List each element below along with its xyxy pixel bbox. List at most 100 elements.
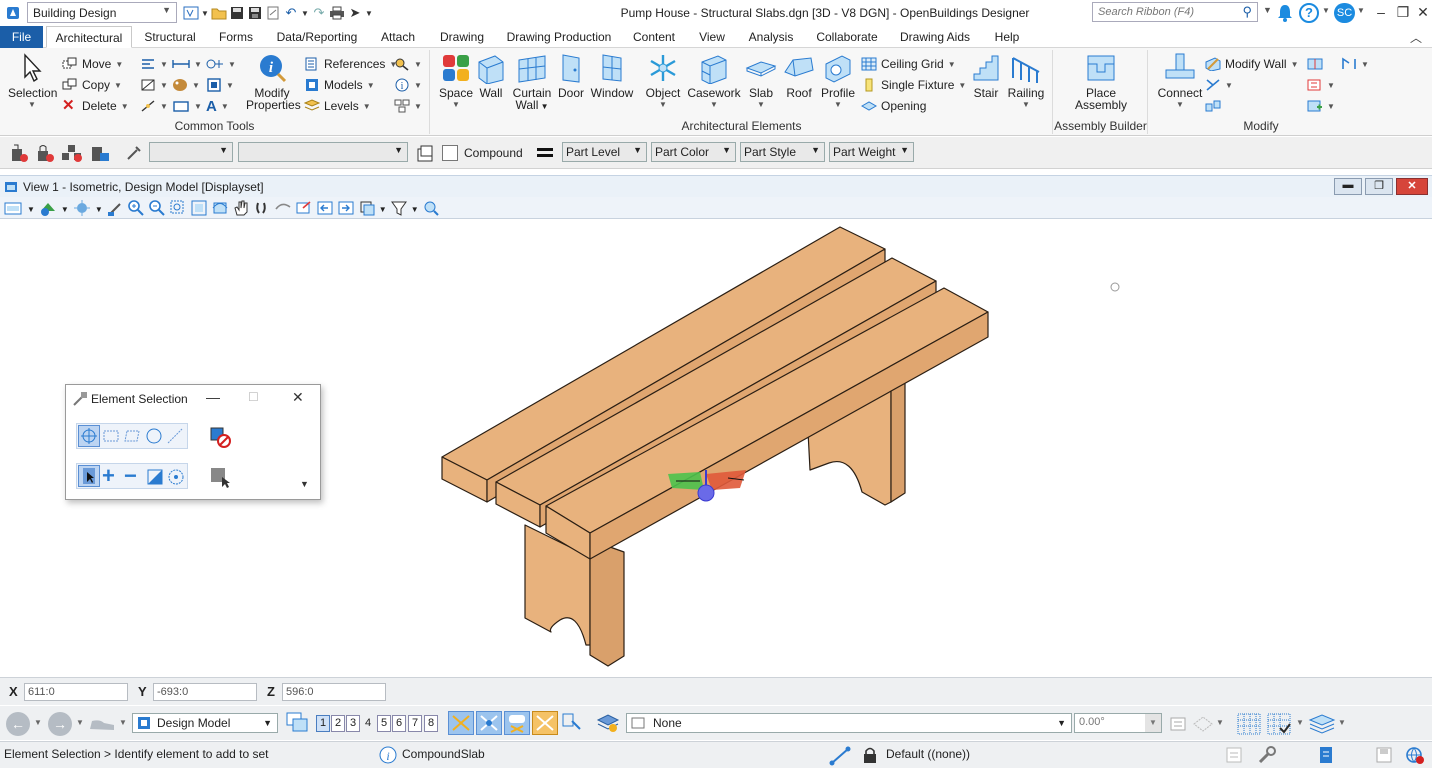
- eyedropper-icon[interactable]: [124, 143, 144, 163]
- display-rules-icon[interactable]: [1168, 714, 1190, 734]
- door-button[interactable]: Door: [551, 52, 591, 99]
- level-display-icon[interactable]: [596, 712, 620, 734]
- open-folder-icon[interactable]: [210, 5, 228, 21]
- tab-forms[interactable]: Forms: [212, 26, 260, 48]
- tab-file[interactable]: File: [0, 26, 43, 48]
- chevron-down-icon[interactable]: ▼: [379, 205, 387, 214]
- restore-icon[interactable]: ❐: [1392, 2, 1414, 22]
- add-mode-icon[interactable]: +: [102, 465, 115, 487]
- slab-button[interactable]: Slab ▼: [741, 52, 781, 111]
- back-icon[interactable]: ←: [6, 712, 30, 736]
- pan-hand-icon[interactable]: [232, 199, 250, 220]
- redo-icon[interactable]: ↷: [310, 5, 328, 21]
- workspace-icon[interactable]: [182, 5, 200, 21]
- profile-button[interactable]: Profile ▼: [817, 52, 859, 111]
- opening-button[interactable]: Opening: [861, 97, 926, 115]
- line-method-icon[interactable]: [166, 427, 184, 445]
- roof-button[interactable]: Roof: [779, 52, 819, 99]
- insert-tool-icon[interactable]: ▼: [1307, 97, 1335, 115]
- view-button-8[interactable]: 8: [424, 715, 438, 732]
- previous-view-icon[interactable]: [316, 199, 334, 220]
- chevron-down-icon[interactable]: ▼: [1216, 718, 1224, 727]
- tab-attach[interactable]: Attach: [374, 26, 422, 48]
- chevron-down-icon[interactable]: ▼: [200, 5, 210, 21]
- workflow-dropdown[interactable]: Building Design ▼: [27, 2, 177, 23]
- shape-method-icon[interactable]: [123, 429, 141, 443]
- wall-button[interactable]: Wall: [471, 52, 511, 99]
- update-view-icon[interactable]: [106, 199, 124, 220]
- casework-button[interactable]: Casework ▼: [687, 52, 741, 111]
- pointer-icon[interactable]: ➤: [346, 5, 364, 21]
- single-fixture-button[interactable]: Single Fixture ▼: [861, 76, 966, 94]
- settings-file-icon[interactable]: [264, 5, 282, 21]
- invert-mode-icon[interactable]: [146, 468, 164, 486]
- chevron-down-icon[interactable]: ▼: [300, 5, 310, 21]
- chevron-down-icon[interactable]: ▼: [1338, 718, 1346, 727]
- material-palette-icon[interactable]: ▼: [172, 76, 200, 94]
- save-all-icon[interactable]: [246, 5, 264, 21]
- tab-structural[interactable]: Structural: [140, 26, 200, 48]
- view-button-6[interactable]: 6: [392, 715, 406, 732]
- align-tool-icon[interactable]: ▼: [1307, 76, 1335, 94]
- midpoint-snap-icon[interactable]: [476, 711, 502, 735]
- x-coordinate-field[interactable]: 611:0: [24, 683, 128, 701]
- file-status-icon[interactable]: [1316, 745, 1336, 765]
- split-tool-icon[interactable]: [1307, 55, 1323, 73]
- view-attributes-icon[interactable]: [4, 199, 24, 220]
- next-view-icon[interactable]: [337, 199, 355, 220]
- stacked-parts-icon[interactable]: [414, 142, 436, 164]
- block-method-icon[interactable]: [102, 429, 120, 443]
- new-selection-mode-icon[interactable]: [78, 465, 100, 487]
- polyline-tool-icon[interactable]: ▼: [140, 76, 168, 94]
- copy-view-icon[interactable]: [295, 199, 313, 220]
- object-button[interactable]: Object ▼: [641, 52, 685, 111]
- flip-tool-icon[interactable]: ▼: [1341, 55, 1369, 73]
- active-template-combo[interactable]: ▼: [238, 142, 408, 162]
- view-button-2[interactable]: 2: [331, 715, 345, 732]
- settings-wrench-icon[interactable]: [1256, 745, 1278, 765]
- annotation-tool-icon[interactable]: ▼: [206, 55, 236, 73]
- element-info-icon[interactable]: i: [378, 745, 398, 765]
- curtain-wall-button[interactable]: Curtain Wall ▼: [509, 52, 555, 113]
- view-button-5[interactable]: 5: [377, 715, 391, 732]
- clip-mask-icon[interactable]: [390, 199, 408, 220]
- print-icon[interactable]: [328, 5, 346, 21]
- place-assembly-button[interactable]: Place Assembly: [1074, 52, 1128, 111]
- stair-button[interactable]: Stair: [965, 52, 1007, 99]
- select-all-mode-icon[interactable]: [166, 467, 186, 487]
- references-button[interactable]: References ▼: [304, 55, 397, 73]
- modify-properties-button[interactable]: i Modify Properties: [246, 52, 301, 111]
- walk-icon[interactable]: [253, 199, 271, 220]
- layers-icon[interactable]: [1308, 712, 1336, 736]
- model-dropdown[interactable]: Design Model ▼: [132, 713, 278, 733]
- compound-toggle[interactable]: Compound: [442, 144, 523, 162]
- tab-architectural[interactable]: Architectural: [46, 26, 132, 48]
- view-button-3[interactable]: 3: [346, 715, 360, 732]
- active-level[interactable]: Default ((none)): [886, 747, 970, 761]
- tab-help[interactable]: Help: [986, 26, 1028, 48]
- collapse-ribbon-icon[interactable]: ︿: [1410, 29, 1422, 46]
- subtract-mode-icon[interactable]: −: [124, 465, 137, 487]
- view-button-7[interactable]: 7: [408, 715, 422, 732]
- tab-view[interactable]: View: [692, 26, 732, 48]
- delete-button[interactable]: ✕ Delete ▼: [62, 97, 129, 115]
- copy-button[interactable]: Copy ▼: [62, 76, 122, 94]
- chevron-down-icon[interactable]: ▼: [95, 205, 103, 214]
- undo-icon[interactable]: ↶: [282, 5, 300, 21]
- snap-target-dropdown[interactable]: None ▼: [626, 713, 1072, 733]
- network-template-icon[interactable]: [60, 143, 84, 163]
- lock-icon[interactable]: [862, 746, 878, 764]
- view-button-4[interactable]: 4: [361, 715, 375, 732]
- move-button[interactable]: Move ▼: [62, 55, 123, 73]
- network-status-icon[interactable]: [1404, 745, 1426, 765]
- tab-drawing-production[interactable]: Drawing Production: [502, 26, 616, 48]
- circle-method-icon[interactable]: [145, 427, 163, 445]
- clip-volume-icon[interactable]: [358, 199, 376, 220]
- notification-bell-icon[interactable]: [1275, 3, 1295, 23]
- z-coordinate-field[interactable]: 596:0: [282, 683, 386, 701]
- chevron-down-icon[interactable]: ▼: [1296, 718, 1304, 727]
- expand-dialog-icon[interactable]: ▼: [300, 479, 309, 489]
- grid-lock-icon[interactable]: [1192, 714, 1214, 734]
- chevron-down-icon[interactable]: ▼: [1322, 6, 1330, 15]
- chevron-down-icon[interactable]: ▼: [411, 205, 419, 214]
